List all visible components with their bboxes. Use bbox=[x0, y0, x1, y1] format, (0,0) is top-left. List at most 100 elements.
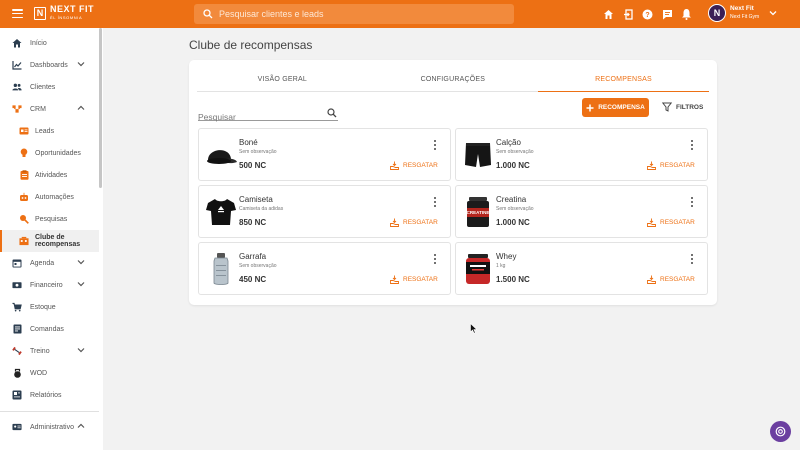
sidebar-item-label: Estoque bbox=[30, 303, 56, 311]
reward-card-camiseta[interactable]: Camiseta Camiseta da adidas 850 NC RESGA… bbox=[198, 185, 451, 238]
reward-card-creatina[interactable]: CREATINE Creatina Sem observação 1.000 N… bbox=[455, 185, 708, 238]
rewards-search[interactable] bbox=[198, 107, 338, 122]
reward-price: 500 NC bbox=[239, 161, 267, 170]
sidebar-item-atividades[interactable]: Atividades bbox=[0, 164, 99, 186]
more-options-icon[interactable] bbox=[432, 197, 438, 207]
logo[interactable]: N NEXT FIT ÉL ÍNSOMNIA bbox=[34, 4, 94, 21]
avatar: N bbox=[708, 4, 726, 22]
sidebar-item-treino[interactable]: Treino bbox=[0, 340, 99, 362]
sidebar-item-administrativo[interactable]: Administrativo bbox=[0, 416, 99, 438]
sidebar-item-crm[interactable]: CRM bbox=[0, 98, 99, 120]
reward-observation: 1 kg bbox=[496, 263, 506, 269]
sidebar-item-label: Relatórios bbox=[30, 391, 62, 399]
rewards-icon bbox=[19, 236, 29, 246]
sidebar-item-clientes[interactable]: Clientes bbox=[0, 76, 99, 98]
global-search-input[interactable] bbox=[219, 9, 499, 19]
reward-card-whey[interactable]: Whey 1 kg 1.500 NC RESGATAR bbox=[455, 242, 708, 295]
filter-button[interactable]: FILTROS bbox=[662, 100, 703, 114]
sidebar-item-automacoes[interactable]: Automações bbox=[0, 186, 99, 208]
chevron-down-icon bbox=[77, 348, 85, 353]
redeem-icon bbox=[647, 275, 656, 284]
more-options-icon[interactable] bbox=[689, 140, 695, 150]
creatine-label: CREATINE bbox=[466, 210, 490, 215]
add-reward-label: RECOMPENSA bbox=[598, 104, 645, 111]
redeem-button[interactable]: RESGATAR bbox=[647, 218, 695, 227]
logo-mark-icon: N bbox=[34, 7, 46, 20]
support-icon bbox=[775, 426, 786, 437]
sidebar-scrollbar[interactable] bbox=[99, 28, 102, 188]
reward-name: Whey bbox=[496, 252, 517, 261]
more-options-icon[interactable] bbox=[432, 140, 438, 150]
rewards-search-input[interactable] bbox=[198, 112, 318, 122]
menu-icon[interactable] bbox=[12, 9, 23, 18]
sidebar-item-comandas[interactable]: Comandas bbox=[0, 318, 99, 340]
sidebar-item-leads[interactable]: Leads bbox=[0, 120, 99, 142]
sidebar-item-oportunidades[interactable]: Oportunidades bbox=[0, 142, 99, 164]
more-options-icon[interactable] bbox=[689, 254, 695, 264]
redeem-icon bbox=[647, 161, 656, 170]
redeem-button[interactable]: RESGATAR bbox=[390, 218, 438, 227]
help-icon[interactable]: ? bbox=[638, 7, 658, 21]
sidebar-item-financeiro[interactable]: Financeiro bbox=[0, 274, 99, 296]
reward-card-calcao[interactable]: Calção Sem observação 1.000 NC RESGATAR bbox=[455, 128, 708, 181]
redeem-button[interactable]: RESGATAR bbox=[647, 275, 695, 284]
chevron-down-icon bbox=[769, 11, 777, 16]
sidebar-item-inicio[interactable]: Início bbox=[0, 32, 99, 54]
sidebar-item-label: Leads bbox=[35, 127, 55, 135]
sidebar-item-dashboards[interactable]: Dashboards bbox=[0, 54, 99, 76]
people-icon bbox=[12, 82, 22, 92]
sidebar-item-label: Administrativo bbox=[30, 423, 74, 431]
sidebar-item-label: Treino bbox=[30, 347, 50, 355]
tab-configuracoes[interactable]: CONFIGURAÇÕES bbox=[368, 73, 539, 91]
tab-bar: VISÃO GERAL CONFIGURAÇÕES RECOMPENSAS bbox=[197, 73, 709, 92]
reward-price: 1.500 NC bbox=[496, 275, 530, 284]
reward-name: Calção bbox=[496, 138, 521, 147]
more-options-icon[interactable] bbox=[432, 254, 438, 264]
sidebar-item-label: Agenda bbox=[30, 259, 55, 267]
reward-card-garrafa[interactable]: Garrafa Sem observação 450 NC RESGATAR bbox=[198, 242, 451, 295]
sidebar-item-agenda[interactable]: Agenda bbox=[0, 252, 99, 274]
plus-icon bbox=[586, 104, 594, 111]
home-icon[interactable] bbox=[599, 7, 619, 21]
add-reward-button[interactable]: RECOMPENSA bbox=[582, 98, 649, 117]
tab-visao-geral[interactable]: VISÃO GERAL bbox=[197, 73, 368, 91]
bell-icon[interactable] bbox=[677, 7, 697, 21]
cart-icon bbox=[12, 302, 22, 312]
sidebar-item-relatorios[interactable]: Relatórios bbox=[0, 384, 99, 406]
reward-card-bone[interactable]: Boné Sem observação 500 NC RESGATAR bbox=[198, 128, 451, 181]
exit-icon[interactable] bbox=[619, 7, 639, 21]
sidebar-item-estoque[interactable]: Estoque bbox=[0, 296, 99, 318]
sidebar-item-pesquisas[interactable]: Pesquisas bbox=[0, 208, 99, 230]
user-name: Next Fit bbox=[730, 5, 754, 12]
redeem-button[interactable]: RESGATAR bbox=[390, 161, 438, 170]
sidebar-item-label: Clube de recompensas bbox=[35, 234, 81, 248]
robot-icon bbox=[19, 192, 29, 202]
shorts-image bbox=[461, 138, 495, 172]
bottle-image bbox=[204, 252, 238, 286]
search-icon[interactable] bbox=[327, 108, 337, 118]
redeem-button[interactable]: RESGATAR bbox=[390, 275, 438, 284]
logo-text: NEXT FIT bbox=[50, 4, 94, 14]
more-options-icon[interactable] bbox=[689, 197, 695, 207]
chat-icon[interactable] bbox=[658, 7, 678, 21]
redeem-button[interactable]: RESGATAR bbox=[647, 161, 695, 170]
svg-text:?: ? bbox=[646, 12, 650, 19]
global-search[interactable] bbox=[194, 4, 514, 24]
filter-label: FILTROS bbox=[676, 103, 704, 111]
tab-recompensas[interactable]: RECOMPENSAS bbox=[538, 73, 709, 92]
redeem-label: RESGATAR bbox=[660, 162, 695, 169]
search-icon bbox=[19, 214, 29, 224]
admin-icon bbox=[12, 422, 22, 432]
chevron-down-icon bbox=[77, 260, 85, 265]
whey-image bbox=[461, 252, 495, 286]
sidebar-item-wod[interactable]: WOD bbox=[0, 362, 99, 384]
sidebar-item-clube-de-recompensas[interactable]: Clube de recompensas bbox=[0, 230, 99, 252]
user-menu[interactable]: N Next Fit Next Fit Gym bbox=[708, 4, 777, 22]
mouse-cursor-icon bbox=[470, 323, 478, 334]
sidebar-item-label: Clientes bbox=[30, 83, 56, 91]
reward-price: 1.000 NC bbox=[496, 218, 530, 227]
chevron-down-icon bbox=[77, 62, 85, 67]
support-chat-button[interactable] bbox=[770, 421, 791, 442]
redeem-label: RESGATAR bbox=[660, 219, 695, 226]
reward-name: Camiseta bbox=[239, 195, 273, 204]
